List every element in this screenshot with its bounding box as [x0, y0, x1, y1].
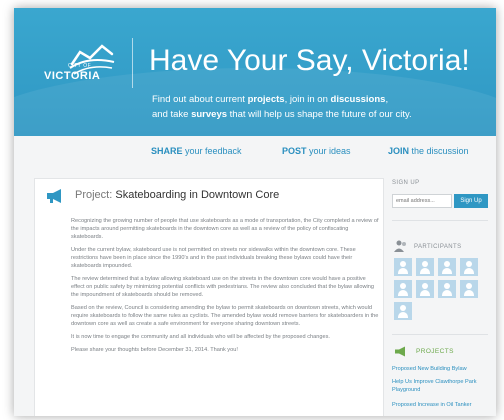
- project-panel: Project: Skateboarding in Downtown Core …: [34, 178, 384, 416]
- description-paragraph: It is now time to engage the community a…: [71, 334, 330, 340]
- avatar[interactable]: [460, 258, 478, 276]
- avatar[interactable]: [460, 280, 478, 298]
- signup-label: SIGN UP: [392, 180, 420, 186]
- project-description: Recognizing the growing number of people…: [71, 217, 379, 359]
- avatar[interactable]: [394, 258, 412, 276]
- projects-link[interactable]: projects: [248, 94, 285, 105]
- post-ideas-link[interactable]: POST your ideas: [282, 146, 351, 156]
- surveys-link[interactable]: surveys: [191, 109, 227, 120]
- description-paragraph: Under the current bylaw, skateboard use …: [71, 247, 356, 269]
- avatar[interactable]: [394, 280, 412, 298]
- site-tagline: Find out about current projects, join in…: [152, 94, 412, 120]
- project-link[interactable]: Help Us Improve Clawthorpe Park Playgrou…: [392, 379, 492, 394]
- description-paragraph: The review determined that a bylaw allow…: [71, 276, 374, 298]
- discussions-link[interactable]: discussions: [331, 94, 386, 105]
- avatar[interactable]: [438, 258, 456, 276]
- megaphone-icon: [395, 346, 405, 357]
- email-field[interactable]: [392, 194, 452, 208]
- megaphone-icon: [47, 189, 61, 203]
- join-discussion-link[interactable]: JOIN the discussion: [388, 146, 469, 156]
- project-title: Project: Skateboarding in Downtown Core: [75, 189, 280, 201]
- logo-victoria-text: VICTORIA: [44, 70, 101, 82]
- sidebar: SIGN UP Sign Up PARTICIPANTS PROJECTS Pr…: [392, 178, 496, 416]
- logo-divider: [132, 38, 133, 88]
- logo-city-text: CITY OF: [68, 63, 92, 69]
- header-banner: CITY OF VICTORIA Have Your Say, Victoria…: [14, 8, 496, 136]
- description-paragraph: Please share your thoughts before Decemb…: [71, 347, 238, 353]
- avatar[interactable]: [438, 280, 456, 298]
- action-bar: SHARE your feedback POST your ideas JOIN…: [14, 136, 496, 164]
- site-title: Have Your Say, Victoria!: [149, 44, 470, 77]
- share-feedback-link[interactable]: SHARE your feedback: [151, 146, 242, 156]
- sidebar-divider: [392, 334, 488, 335]
- project-link[interactable]: Proposed New Building Bylaw: [392, 366, 492, 374]
- avatar[interactable]: [394, 302, 412, 320]
- projects-label: PROJECTS: [416, 348, 454, 355]
- avatar[interactable]: [416, 258, 434, 276]
- project-link[interactable]: Proposed Increase in Oil Tanker: [392, 402, 492, 410]
- sidebar-divider: [392, 220, 488, 221]
- description-paragraph: Based on the review, Council is consider…: [71, 305, 379, 327]
- participants-icon: [394, 240, 406, 252]
- page-frame: CITY OF VICTORIA Have Your Say, Victoria…: [14, 8, 496, 416]
- avatar[interactable]: [416, 280, 434, 298]
- signup-button[interactable]: Sign Up: [454, 194, 488, 208]
- description-paragraph: Recognizing the growing number of people…: [71, 218, 379, 240]
- participants-label: PARTICIPANTS: [414, 244, 462, 250]
